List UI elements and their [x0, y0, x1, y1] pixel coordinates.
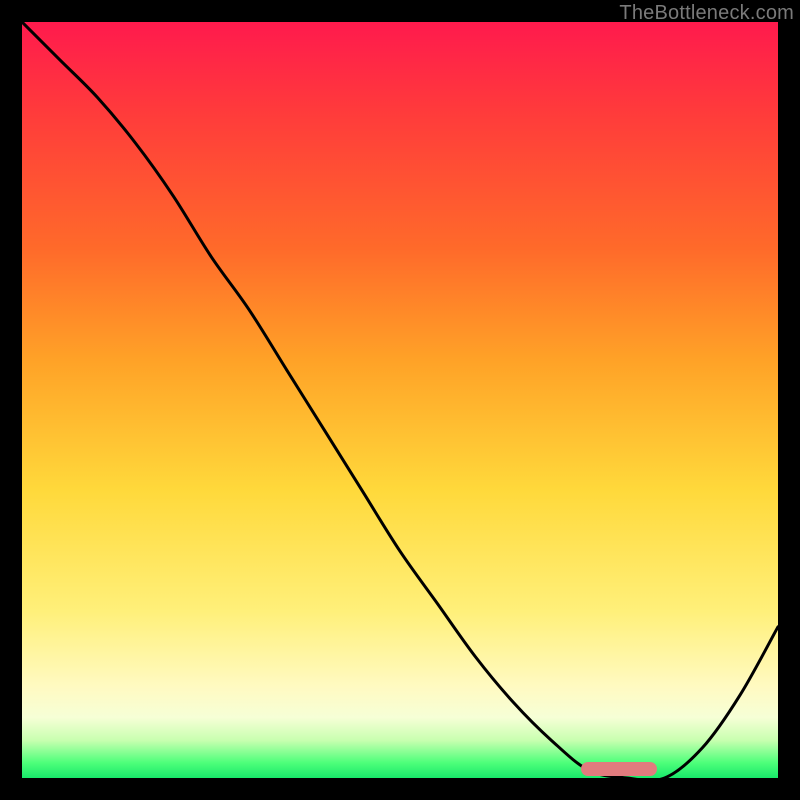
optimal-range-marker [581, 762, 657, 776]
bottleneck-curve-path [22, 22, 778, 778]
curve-svg [22, 22, 778, 778]
chart-frame: TheBottleneck.com [0, 0, 800, 800]
plot-area [22, 22, 778, 778]
